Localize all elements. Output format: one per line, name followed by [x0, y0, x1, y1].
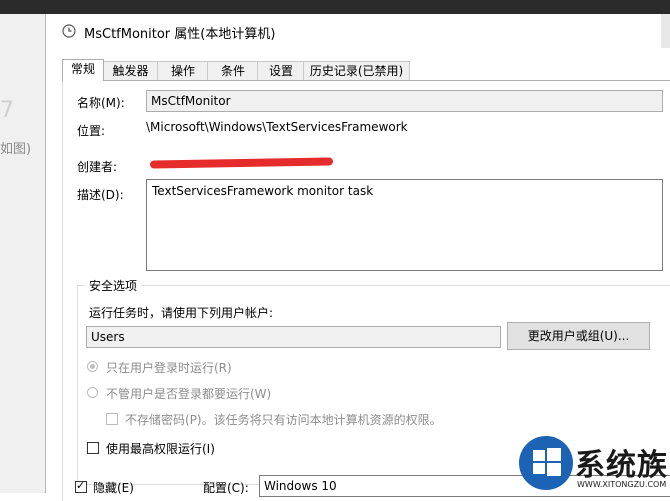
location-label: 位置: [77, 124, 106, 138]
background-text: 如图) [0, 142, 32, 157]
background-window-topbar [0, 0, 670, 14]
author-label: 创建者: [77, 160, 118, 174]
background-window: 7 如图) [0, 14, 45, 493]
no-store-password-label: 不存储密码(P)。该任务将只有访问本地计算机资源的权限。 [125, 413, 442, 427]
windows-logo-icon [519, 436, 573, 490]
window-edge [661, 14, 670, 48]
name-label: 名称(M): [77, 96, 125, 110]
tab-history[interactable]: 历史记录(已禁用) [303, 61, 410, 80]
description-label: 描述(D): [77, 188, 124, 202]
radio-run-logged-on-label: 只在用户登录时运行(R) [106, 361, 232, 375]
hidden-label: 隐藏(E) [93, 481, 134, 495]
security-options-title: 安全选项 [85, 277, 142, 294]
watermark-name: 系统族 [575, 448, 668, 483]
configure-label: 配置(C): [203, 481, 249, 495]
checkmark-icon: ✓ [76, 479, 86, 492]
watermark-url: WWW.XITONGZU.COM [577, 480, 667, 489]
name-field[interactable]: MsCtfMonitor [146, 90, 663, 112]
description-textarea[interactable]: TextServicesFramework monitor task [146, 179, 663, 271]
tab-general[interactable]: 常规 [62, 59, 104, 81]
title-bar[interactable]: MsCtfMonitor 属性(本地计算机) [46, 14, 670, 48]
highest-privileges-checkbox[interactable] [87, 442, 99, 454]
tab-triggers[interactable]: 触发器 [102, 61, 159, 80]
radio-run-whether-logged-on-label: 不管用户是否登录都要运行(W) [106, 387, 272, 401]
radio-run-logged-on[interactable] [87, 361, 98, 372]
tab-settings[interactable]: 设置 [257, 61, 305, 80]
properties-dialog: MsCtfMonitor 属性(本地计算机) 常规 触发器 操作 条件 设置 历… [45, 14, 670, 501]
tab-conditions[interactable]: 条件 [207, 61, 259, 80]
background-digit: 7 [0, 98, 14, 123]
radio-run-whether-logged-on[interactable] [87, 387, 98, 398]
window-title: MsCtfMonitor 属性(本地计算机) [84, 27, 276, 42]
change-user-button[interactable]: 更改用户或组(U)... [507, 322, 650, 350]
no-store-password-checkbox[interactable] [106, 413, 118, 425]
watermark: 系统族 WWW.XITONGZU.COM [517, 432, 670, 493]
tab-strip: 常规 触发器 操作 条件 设置 历史记录(已禁用) [62, 59, 662, 81]
description-text: TextServicesFramework monitor task [152, 184, 374, 198]
clock-icon [62, 24, 76, 38]
hidden-checkbox[interactable]: ✓ [75, 479, 87, 493]
highest-privileges-label: 使用最高权限运行(I) [106, 442, 215, 456]
run-as-label: 运行任务时，请使用下列用户帐户: [89, 306, 274, 320]
user-account-field: Users [86, 326, 501, 348]
location-value: \Microsoft\Windows\TextServicesFramework [146, 120, 408, 134]
tab-actions[interactable]: 操作 [157, 61, 209, 80]
